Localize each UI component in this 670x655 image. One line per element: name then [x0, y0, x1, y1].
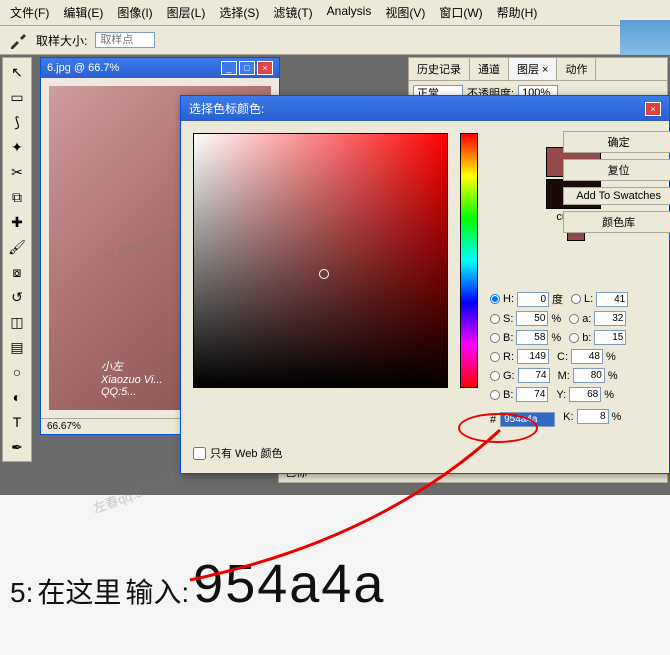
- lasso-tool[interactable]: ⟆: [6, 111, 28, 133]
- hex-prefix: #: [490, 414, 496, 426]
- color-cursor-icon: [319, 269, 329, 279]
- menu-image[interactable]: 图像(I): [111, 2, 158, 23]
- r-input[interactable]: [517, 349, 549, 364]
- c-input[interactable]: [571, 349, 603, 364]
- a-input[interactable]: [594, 311, 626, 326]
- document-titlebar[interactable]: 6.jpg @ 66.7% _ □ ×: [41, 58, 279, 78]
- a-radio[interactable]: [569, 314, 579, 324]
- m-input[interactable]: [573, 368, 605, 383]
- add-swatch-button[interactable]: Add To Swatches: [563, 187, 670, 205]
- workspace: ↖ ▭ ⟆ ✦ ✂ ⧉ ✚ 🖌 ⧇ ↺ ◫ ▤ ○ ◐ T ✒ 6.jpg @ …: [0, 55, 670, 495]
- history-brush-tool[interactable]: ↺: [6, 286, 28, 308]
- stamp-tool[interactable]: ⧇: [6, 261, 28, 283]
- options-bar: 取样大小:: [0, 26, 670, 55]
- crop-tool[interactable]: ✂: [6, 161, 28, 183]
- document-title: 6.jpg @ 66.7%: [47, 62, 119, 74]
- color-picker-title: 选择色标颜色:: [189, 100, 264, 117]
- close-button[interactable]: ×: [257, 61, 273, 75]
- menu-analysis[interactable]: Analysis: [321, 2, 378, 23]
- hex-input[interactable]: [500, 412, 555, 427]
- color-field[interactable]: [193, 133, 448, 388]
- menu-edit[interactable]: 编辑(E): [57, 2, 109, 23]
- slice-tool[interactable]: ⧉: [6, 186, 28, 208]
- type-tool[interactable]: T: [6, 411, 28, 433]
- image-signature: 小左 Xiaozuo Vi... QQ:5...: [101, 358, 163, 398]
- menu-window[interactable]: 窗口(W): [433, 2, 488, 23]
- k-input[interactable]: [577, 409, 609, 424]
- tab-channels[interactable]: 通道: [470, 58, 509, 80]
- menu-layer[interactable]: 图层(L): [161, 2, 212, 23]
- h-input[interactable]: [517, 292, 549, 307]
- hue-slider[interactable]: [460, 133, 478, 388]
- blur-tool[interactable]: ○: [6, 361, 28, 383]
- menu-view[interactable]: 视图(V): [379, 2, 431, 23]
- menu-bar: 文件(F) 编辑(E) 图像(I) 图层(L) 选择(S) 滤镜(T) Anal…: [0, 0, 670, 26]
- eraser-tool[interactable]: ◫: [6, 311, 28, 333]
- s-radio[interactable]: [490, 314, 500, 324]
- h-radio[interactable]: [490, 294, 500, 304]
- l-radio[interactable]: [571, 294, 581, 304]
- bv-radio[interactable]: [490, 333, 500, 343]
- l-input[interactable]: [596, 292, 628, 307]
- web-only-label: 只有 Web 颜色: [210, 445, 283, 461]
- tab-history[interactable]: 历史记录: [409, 58, 470, 80]
- b-input[interactable]: [594, 330, 626, 345]
- color-picker-titlebar[interactable]: 选择色标颜色: ×: [181, 96, 669, 121]
- b-radio[interactable]: [569, 333, 579, 343]
- y-input[interactable]: [569, 387, 601, 402]
- tab-actions[interactable]: 动作: [557, 58, 596, 80]
- color-picker-close-button[interactable]: ×: [645, 102, 661, 116]
- pen-tool[interactable]: ✒: [6, 436, 28, 458]
- g-radio[interactable]: [490, 371, 500, 381]
- eyedropper-icon[interactable]: [8, 30, 28, 50]
- reset-button[interactable]: 复位: [563, 159, 670, 181]
- dodge-tool[interactable]: ◐: [6, 386, 28, 408]
- ok-button[interactable]: 确定: [563, 131, 670, 153]
- minimize-button[interactable]: _: [221, 61, 237, 75]
- g-input[interactable]: [518, 368, 550, 383]
- tab-layers[interactable]: 图层 ×: [509, 58, 557, 80]
- menu-file[interactable]: 文件(F): [4, 2, 55, 23]
- marquee-tool[interactable]: ▭: [6, 86, 28, 108]
- move-tool[interactable]: ↖: [6, 61, 28, 83]
- sample-size-label: 取样大小:: [36, 32, 87, 49]
- web-only-checkbox[interactable]: [193, 447, 206, 460]
- bv-input[interactable]: [516, 330, 548, 345]
- menu-help[interactable]: 帮助(H): [491, 2, 544, 23]
- bb-radio[interactable]: [490, 390, 500, 400]
- color-library-button[interactable]: 颜色库: [563, 211, 670, 233]
- bb-input[interactable]: [516, 387, 548, 402]
- brush-tool[interactable]: 🖌: [6, 236, 28, 258]
- s-input[interactable]: [516, 311, 548, 326]
- gradient-tool[interactable]: ▤: [6, 336, 28, 358]
- annotation-text: 5: 在这里 输入: 954a4a: [10, 553, 385, 615]
- menu-filter[interactable]: 滤镜(T): [267, 2, 318, 23]
- heal-tool[interactable]: ✚: [6, 211, 28, 233]
- maximize-button[interactable]: □: [239, 61, 255, 75]
- toolbox: ↖ ▭ ⟆ ✦ ✂ ⧉ ✚ 🖌 ⧇ ↺ ◫ ▤ ○ ◐ T ✒: [2, 57, 32, 462]
- sample-size-field[interactable]: [95, 32, 155, 48]
- wand-tool[interactable]: ✦: [6, 136, 28, 158]
- color-picker-dialog: 选择色标颜色: × new current H:度: [180, 95, 670, 474]
- menu-select[interactable]: 选择(S): [213, 2, 265, 23]
- r-radio[interactable]: [490, 352, 500, 362]
